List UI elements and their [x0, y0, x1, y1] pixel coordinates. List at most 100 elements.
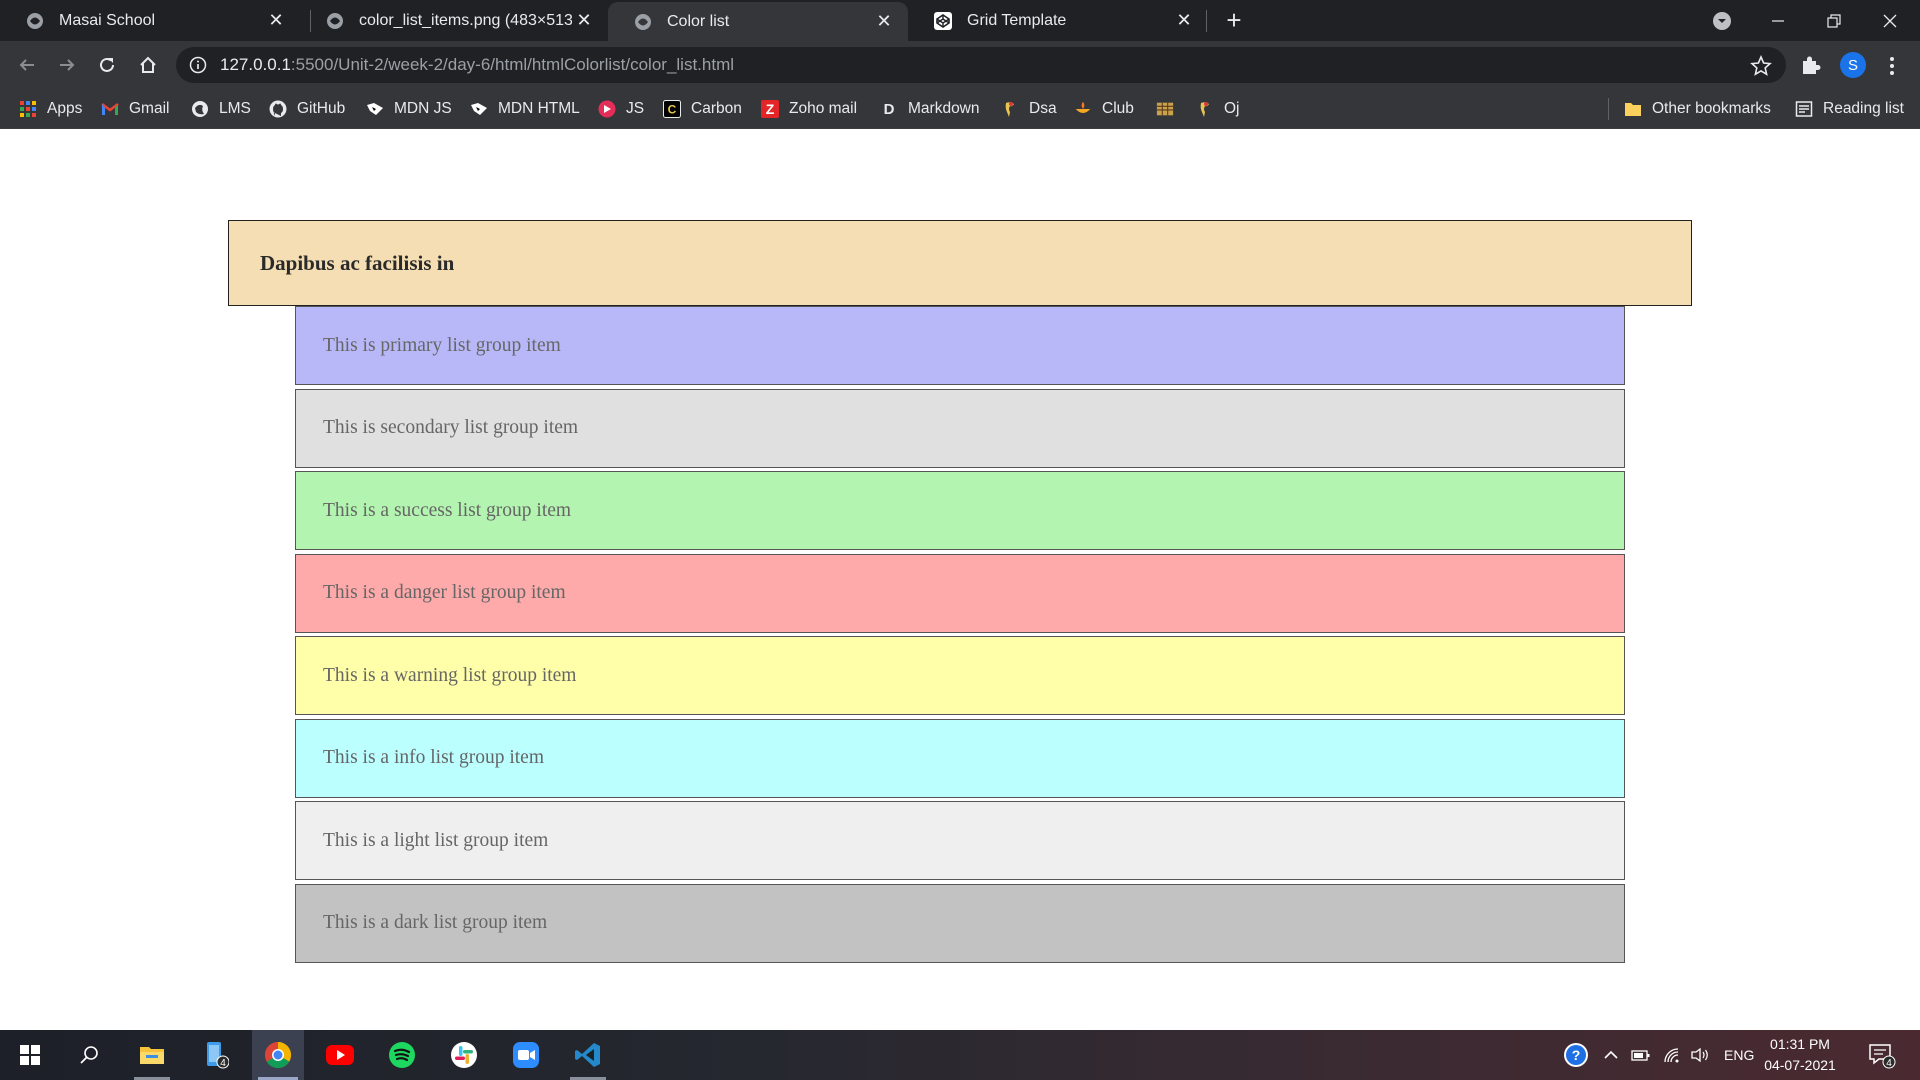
profile-avatar[interactable]: S — [1840, 52, 1866, 78]
show-hidden-icons-chevron-icon[interactable] — [1603, 1030, 1619, 1080]
close-tab-icon[interactable]: ✕ — [872, 10, 896, 34]
bookmark-github[interactable]: GitHub — [269, 97, 345, 121]
bookmark-label: GitHub — [297, 100, 346, 117]
mdn-icon — [366, 100, 384, 118]
close-window-button[interactable] — [1862, 0, 1918, 41]
tab-color-list-items-png[interactable]: color_list_items.png (483×513) ✕ — [300, 0, 608, 41]
markdown-icon: D — [880, 100, 898, 118]
other-bookmarks-label: Other bookmarks — [1652, 100, 1771, 117]
url-host: 127.0.0.1 — [220, 55, 291, 74]
globe-icon — [25, 11, 45, 31]
youtube-icon[interactable] — [314, 1030, 366, 1080]
oj-icon — [1196, 100, 1214, 118]
search-icon[interactable] — [64, 1030, 116, 1080]
arrow-right-icon — [60, 59, 75, 71]
bookmarks-bar: Apps Gmail LMS GitHub MDN JS MDN HTML JS… — [0, 89, 1920, 129]
js-icon — [598, 100, 616, 118]
windows-taskbar: 4 ? ENG 01:31 PM 04-07-2021 4 — [0, 1030, 1920, 1080]
file-explorer-icon[interactable] — [126, 1030, 178, 1080]
bookmark-mdn-js[interactable]: MDN JS — [366, 97, 452, 121]
club-icon — [1074, 100, 1092, 118]
bookmark-zoho-mail[interactable]: Z Zoho mail — [761, 97, 857, 121]
tab-strip: Masai School ✕ color_list_items.png (483… — [0, 0, 1920, 41]
extensions-puzzle-icon[interactable] — [1799, 53, 1823, 77]
address-bar[interactable]: 127.0.0.1:5500/Unit-2/week-2/day-6/html/… — [176, 47, 1786, 83]
bookmark-label: JS — [626, 100, 645, 117]
phone-badge: 4 — [220, 1058, 226, 1069]
tab-masai-school[interactable]: Masai School ✕ — [0, 0, 300, 41]
tab-title: Color list — [667, 12, 730, 30]
tab-search-button[interactable] — [1694, 0, 1750, 41]
tab-grid-template[interactable]: Grid Template ✕ — [908, 0, 1208, 41]
url-text: 127.0.0.1:5500/Unit-2/week-2/day-6/html/… — [220, 55, 734, 75]
new-tab-button[interactable]: + — [1220, 5, 1248, 35]
close-tab-icon[interactable]: ✕ — [572, 9, 596, 33]
bookmark-mdn-html[interactable]: MDN HTML — [470, 97, 580, 121]
svg-text:?: ? — [1572, 1047, 1581, 1063]
tab-title: color_list_items.png (483×513) — [359, 11, 572, 29]
tab-separator — [1206, 10, 1207, 32]
restore-icon — [1827, 13, 1841, 28]
forward-button[interactable] — [51, 49, 83, 81]
list-group-item: This is a info list group item — [295, 718, 1625, 798]
battery-icon[interactable] — [1631, 1030, 1651, 1080]
minimize-button[interactable] — [1750, 0, 1806, 41]
tab-color-list[interactable]: Color list ✕ — [608, 2, 908, 41]
page-viewport: Dapibus ac facilisis in This is primary … — [0, 129, 1920, 1030]
bookmark-label: Apps — [47, 100, 83, 117]
back-button[interactable] — [11, 49, 43, 81]
language-indicator[interactable]: ENG — [1724, 1030, 1754, 1080]
wifi-icon[interactable] — [1663, 1030, 1681, 1080]
bookmark-label: Gmail — [129, 100, 170, 117]
system-clock[interactable]: 01:31 PM 04-07-2021 — [1760, 1034, 1840, 1076]
other-bookmarks[interactable]: Other bookmarks — [1624, 97, 1771, 121]
bookmark-grid-icon — [1156, 100, 1174, 118]
more-options-icon[interactable] — [1882, 55, 1902, 77]
close-tab-icon[interactable]: ✕ — [264, 9, 288, 33]
bookmark-label: Club — [1102, 100, 1134, 117]
reading-list[interactable]: Reading list — [1795, 97, 1904, 121]
home-button[interactable] — [132, 49, 164, 81]
bookmark-lms[interactable]: LMS — [191, 97, 251, 121]
svg-text:Z: Z — [766, 101, 775, 117]
restore-button[interactable] — [1806, 0, 1862, 41]
phone-icon[interactable]: 4 — [190, 1030, 242, 1080]
spotify-icon[interactable] — [376, 1030, 428, 1080]
bookmark-label: Markdown — [908, 100, 980, 117]
info-icon[interactable] — [188, 55, 208, 75]
volume-icon[interactable] — [1690, 1030, 1710, 1080]
bookmark-club[interactable]: Club — [1074, 97, 1134, 121]
vscode-icon[interactable] — [562, 1030, 614, 1080]
bookmark-carbon[interactable]: C Carbon — [663, 97, 742, 121]
help-tray-icon[interactable]: ? — [1562, 1030, 1590, 1080]
bookmark-label: Oj — [1224, 100, 1240, 117]
close-icon — [1883, 14, 1897, 27]
bookmark-oj[interactable]: Oj — [1196, 97, 1240, 121]
bookmark-markdown[interactable]: D Markdown — [880, 97, 980, 121]
bookmark-grid[interactable] — [1156, 97, 1184, 121]
bookmark-label: MDN JS — [394, 100, 452, 117]
notifications-button[interactable]: 4 — [1866, 1030, 1896, 1080]
chevron-down-circle-icon — [1713, 11, 1731, 30]
chrome-icon[interactable] — [252, 1030, 304, 1080]
list-group-header: Dapibus ac facilisis in — [228, 220, 1692, 306]
reload-button[interactable] — [91, 49, 123, 81]
windows-start-icon[interactable] — [4, 1030, 56, 1080]
list-group: This is primary list group item This is s… — [295, 306, 1625, 966]
bookmark-label: LMS — [219, 100, 251, 117]
list-group-item: This is a success list group item — [295, 471, 1625, 550]
bookmark-js[interactable]: JS — [598, 97, 644, 121]
reading-list-label: Reading list — [1823, 100, 1904, 117]
bookmark-dsa[interactable]: Dsa — [1001, 97, 1057, 121]
bookmark-apps[interactable]: Apps — [19, 97, 82, 121]
home-icon — [140, 56, 156, 73]
bookmark-star-icon[interactable] — [1750, 54, 1772, 77]
zoom-icon[interactable] — [500, 1030, 552, 1080]
close-tab-icon[interactable]: ✕ — [1172, 9, 1196, 33]
globe-icon — [325, 11, 345, 31]
bookmark-gmail[interactable]: Gmail — [101, 97, 169, 121]
carbon-icon: C — [663, 100, 681, 118]
github-icon — [269, 100, 287, 118]
slack-icon[interactable] — [438, 1030, 490, 1080]
codepen-icon — [933, 11, 953, 31]
